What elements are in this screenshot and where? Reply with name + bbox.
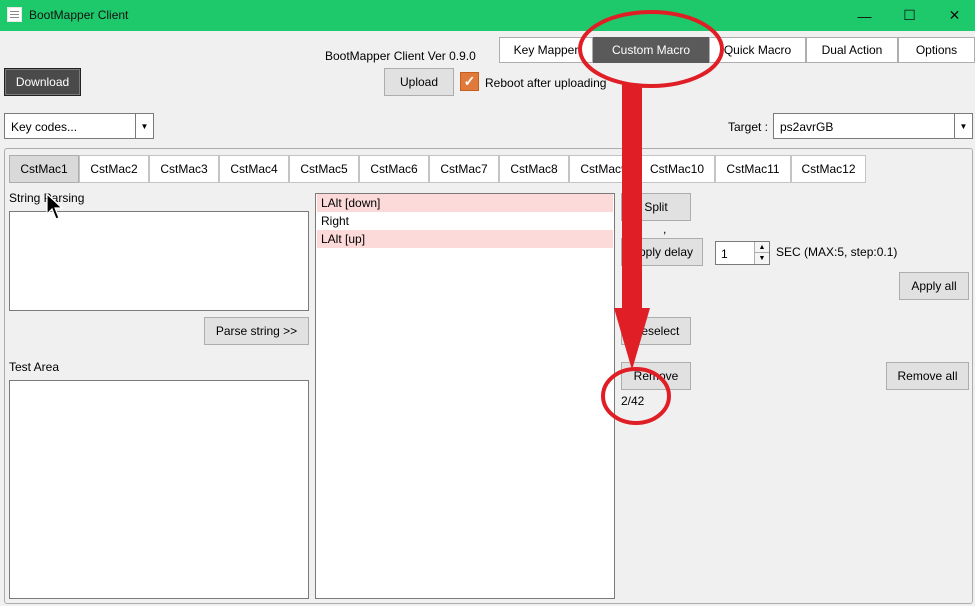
stepper-up-icon[interactable]: ▲ bbox=[754, 242, 769, 253]
delay-value: 1 bbox=[721, 247, 728, 261]
target-label: Target : bbox=[728, 120, 769, 134]
tab-custom-macro[interactable]: Custom Macro bbox=[593, 37, 709, 63]
minimize-icon: — bbox=[857, 7, 872, 24]
maximize-icon: ☐ bbox=[903, 7, 916, 23]
target-select[interactable]: ps2avrGB ▼ bbox=[773, 113, 973, 139]
target-value: ps2avrGB bbox=[780, 120, 834, 134]
apply-delay-button[interactable]: Apply delay bbox=[621, 238, 703, 266]
download-button[interactable]: Download bbox=[4, 68, 81, 96]
upload-button[interactable]: Upload bbox=[384, 68, 454, 96]
maximize-button[interactable]: ☐ bbox=[887, 0, 932, 31]
list-item[interactable]: LAlt [up] bbox=[317, 230, 613, 248]
subtab-cstmac7[interactable]: CstMac7 bbox=[429, 155, 499, 183]
app-icon bbox=[7, 7, 22, 22]
apply-all-button[interactable]: Apply all bbox=[899, 272, 969, 300]
chevron-down-icon: ▼ bbox=[954, 114, 972, 138]
string-parsing-input[interactable] bbox=[9, 211, 309, 311]
list-item[interactable]: LAlt [down] bbox=[317, 194, 613, 212]
subtab-cstmac8[interactable]: CstMac8 bbox=[499, 155, 569, 183]
mouse-cursor-icon bbox=[46, 193, 64, 220]
reboot-label: Reboot after uploading bbox=[485, 76, 607, 90]
delay-stepper[interactable]: 1 ▲ ▼ bbox=[715, 241, 770, 265]
stepper-down-icon[interactable]: ▼ bbox=[754, 253, 769, 264]
deselect-button[interactable]: Deselect bbox=[621, 317, 691, 345]
tab-options[interactable]: Options bbox=[898, 37, 975, 63]
version-label: BootMapper Client Ver 0.9.0 bbox=[325, 49, 476, 63]
chevron-down-icon: ▼ bbox=[135, 114, 153, 138]
subtab-cstmac4[interactable]: CstMac4 bbox=[219, 155, 289, 183]
subtab-cstmac12[interactable]: CstMac12 bbox=[791, 155, 866, 183]
delay-hint: SEC (MAX:5, step:0.1) bbox=[776, 245, 898, 259]
subtab-cstmac2[interactable]: CstMac2 bbox=[79, 155, 149, 183]
minimize-button[interactable]: — bbox=[842, 0, 887, 31]
remove-all-button[interactable]: Remove all bbox=[886, 362, 969, 390]
macro-count: 2/42 bbox=[621, 394, 645, 408]
key-codes-select[interactable]: Key codes... ▼ bbox=[4, 113, 154, 139]
key-codes-value: Key codes... bbox=[11, 120, 78, 134]
reboot-checkbox[interactable]: ✓ bbox=[460, 72, 479, 91]
remove-button[interactable]: Remove bbox=[621, 362, 691, 390]
tab-quick-macro[interactable]: Quick Macro bbox=[709, 37, 806, 63]
subtab-cstmac11[interactable]: CstMac11 bbox=[715, 155, 791, 183]
subtab-cstmac3[interactable]: CstMac3 bbox=[149, 155, 219, 183]
test-area-input[interactable] bbox=[9, 380, 309, 599]
tab-key-mapper[interactable]: Key Mapper bbox=[499, 37, 593, 63]
subtab-cstmac6[interactable]: CstMac6 bbox=[359, 155, 429, 183]
subtab-cstmac1[interactable]: CstMac1 bbox=[9, 155, 79, 183]
list-item[interactable]: Right bbox=[317, 212, 613, 230]
close-icon: ✕ bbox=[948, 7, 961, 23]
window-title: BootMapper Client bbox=[29, 8, 129, 22]
macro-list[interactable]: LAlt [down] Right LAlt [up] bbox=[315, 193, 615, 599]
close-button[interactable]: ✕ bbox=[932, 0, 975, 31]
parse-string-button[interactable]: Parse string >> bbox=[204, 317, 309, 345]
subtab-cstmac10[interactable]: CstMac10 bbox=[639, 155, 715, 183]
subtab-cstmac9[interactable]: CstMac9 bbox=[569, 155, 639, 183]
comma-text: , bbox=[663, 222, 667, 236]
tab-dual-action[interactable]: Dual Action bbox=[806, 37, 898, 63]
split-button[interactable]: Split bbox=[621, 193, 691, 221]
test-area-label: Test Area bbox=[9, 360, 60, 374]
subtab-cstmac5[interactable]: CstMac5 bbox=[289, 155, 359, 183]
title-bar bbox=[0, 0, 975, 31]
